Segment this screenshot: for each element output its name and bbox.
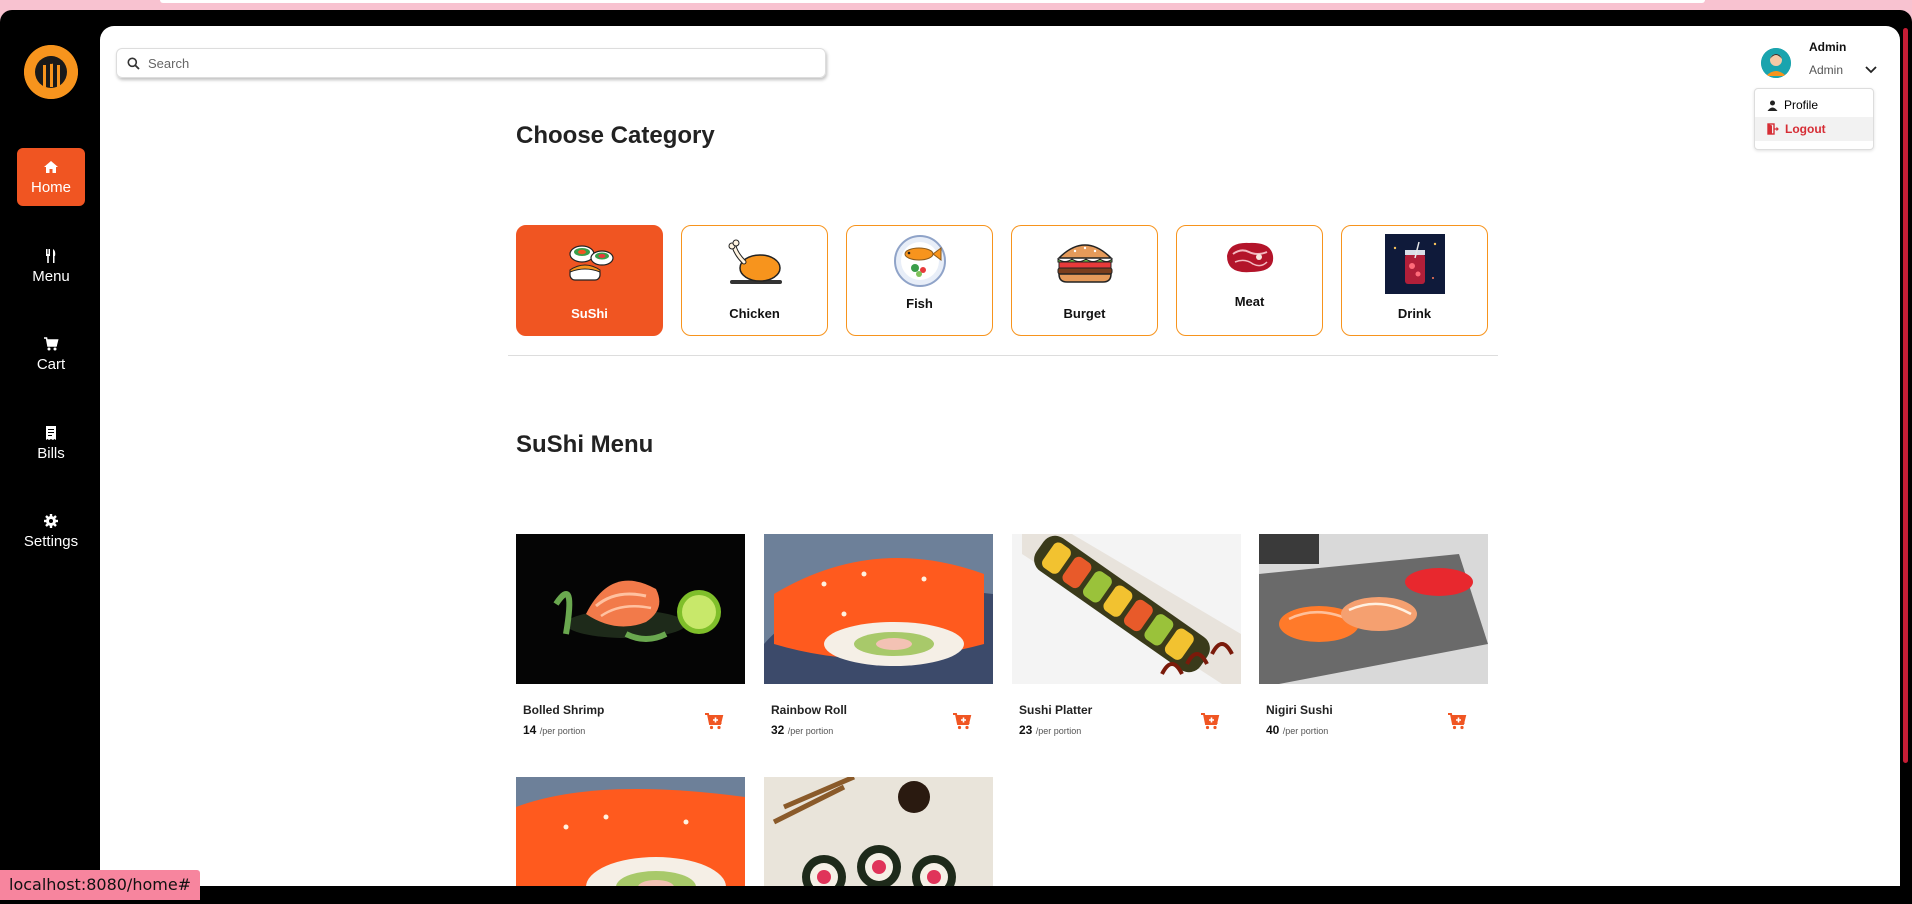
receipt-icon <box>46 425 56 440</box>
sidebar-item-cart[interactable]: Cart <box>17 325 85 383</box>
menu-card[interactable]: Sushi Platter 23 /per portion <box>1012 534 1241 744</box>
logout-menu-item[interactable]: Logout <box>1755 117 1873 141</box>
home-icon <box>44 160 58 173</box>
dish-image <box>1012 534 1241 684</box>
add-to-cart-icon[interactable] <box>1447 711 1467 731</box>
price-unit: /per portion <box>1035 726 1082 736</box>
menu-card[interactable] <box>516 777 745 886</box>
menu-card[interactable]: Rainbow Roll 32 /per portion <box>764 534 993 744</box>
fish-icon <box>893 235 946 287</box>
dish-image <box>764 777 993 886</box>
price-unit: /per portion <box>787 726 834 736</box>
sidebar-item-label: Home <box>30 178 71 196</box>
burger-icon <box>1056 244 1113 283</box>
menu-card[interactable]: Bolled Shrimp 14 /per portion <box>516 534 745 744</box>
dish-name: Nigiri Sushi <box>1266 703 1333 717</box>
chicken-icon <box>728 239 782 284</box>
category-heading: Choose Category <box>516 122 715 149</box>
profile-label: Profile <box>1784 98 1819 112</box>
category-card-burget[interactable]: Burget <box>1011 225 1158 336</box>
category-label: Meat <box>1234 294 1265 309</box>
logout-icon <box>1767 123 1779 135</box>
restaurant-logo[interactable] <box>24 45 78 99</box>
profile-menu-item[interactable]: Profile <box>1755 93 1873 117</box>
search-icon <box>127 57 140 70</box>
price-value: 40 <box>1266 723 1280 737</box>
user-menu[interactable]: Admin Admin <box>1761 34 1891 84</box>
user-name: Admin <box>1809 40 1847 54</box>
sidebar-item-label: Cart <box>36 355 66 373</box>
dish-name: Rainbow Roll <box>771 703 847 717</box>
scrollbar[interactable] <box>1903 28 1908 763</box>
utensils-icon <box>46 248 56 263</box>
cart-icon <box>44 336 59 350</box>
chevron-down-icon[interactable] <box>1864 64 1878 76</box>
sidebar-item-label: Menu <box>32 267 70 285</box>
status-url: localhost:8080/home# <box>0 870 201 900</box>
dish-price: 23 /per portion <box>1019 723 1081 737</box>
section-divider <box>508 355 1498 356</box>
dish-price: 40 /per portion <box>1266 723 1328 737</box>
category-card-fish[interactable]: Fish <box>846 225 993 336</box>
browser-top-strip <box>160 0 1705 3</box>
sidebar-item-settings[interactable]: Settings <box>17 502 85 560</box>
dish-name: Sushi Platter <box>1019 703 1093 717</box>
menu-card[interactable]: Nigiri Sushi 40 /per portion <box>1259 534 1488 744</box>
dish-image <box>1259 534 1488 684</box>
price-value: 32 <box>771 723 785 737</box>
add-to-cart-icon[interactable] <box>704 711 724 731</box>
category-card-meat[interactable]: Meat <box>1176 225 1323 336</box>
logout-label: Logout <box>1785 122 1826 136</box>
category-label: Drink <box>1397 306 1432 321</box>
sidebar-item-label: Bills <box>37 444 65 462</box>
category-card-chicken[interactable]: Chicken <box>681 225 828 336</box>
sidebar-item-home[interactable]: Home <box>17 148 85 206</box>
avatar[interactable] <box>1761 48 1791 78</box>
search-input[interactable] <box>148 55 788 71</box>
category-label: Chicken <box>729 306 780 321</box>
sushi-icon <box>568 245 614 281</box>
price-unit: /per portion <box>1282 726 1329 736</box>
price-unit: /per portion <box>539 726 586 736</box>
drink-image <box>1384 234 1445 294</box>
dish-image <box>516 777 745 886</box>
dish-image <box>516 534 745 684</box>
category-card-drink[interactable]: Drink <box>1341 225 1488 336</box>
dish-image <box>764 534 993 684</box>
price-value: 23 <box>1019 723 1033 737</box>
sidebar-item-bills[interactable]: Bills <box>17 414 85 472</box>
meat-icon <box>1226 242 1273 273</box>
search-bar[interactable] <box>116 48 826 78</box>
dish-price: 14 /per portion <box>523 723 585 737</box>
gear-icon <box>44 513 58 528</box>
price-value: 14 <box>523 723 537 737</box>
menu-card[interactable] <box>764 777 993 886</box>
dish-price: 32 /per portion <box>771 723 833 737</box>
category-label: SuShi <box>571 306 608 321</box>
main-content: Admin Admin Profile Logout Choose Catego… <box>100 26 1900 886</box>
add-to-cart-icon[interactable] <box>1200 711 1220 731</box>
sidebar-item-label: Settings <box>23 532 79 550</box>
add-to-cart-icon[interactable] <box>952 711 972 731</box>
user-icon <box>1767 100 1778 111</box>
user-dropdown: Profile Logout <box>1754 88 1874 150</box>
sidebar: Home Menu Cart Bills Settings <box>0 10 100 890</box>
category-label: Fish <box>906 296 933 311</box>
category-card-sushi[interactable]: SuShi <box>516 225 663 336</box>
user-role: Admin <box>1809 63 1844 77</box>
category-label: Burget <box>1063 306 1106 321</box>
sidebar-item-menu[interactable]: Menu <box>17 237 85 295</box>
menu-heading: SuShi Menu <box>516 431 654 458</box>
dish-name: Bolled Shrimp <box>523 703 605 717</box>
